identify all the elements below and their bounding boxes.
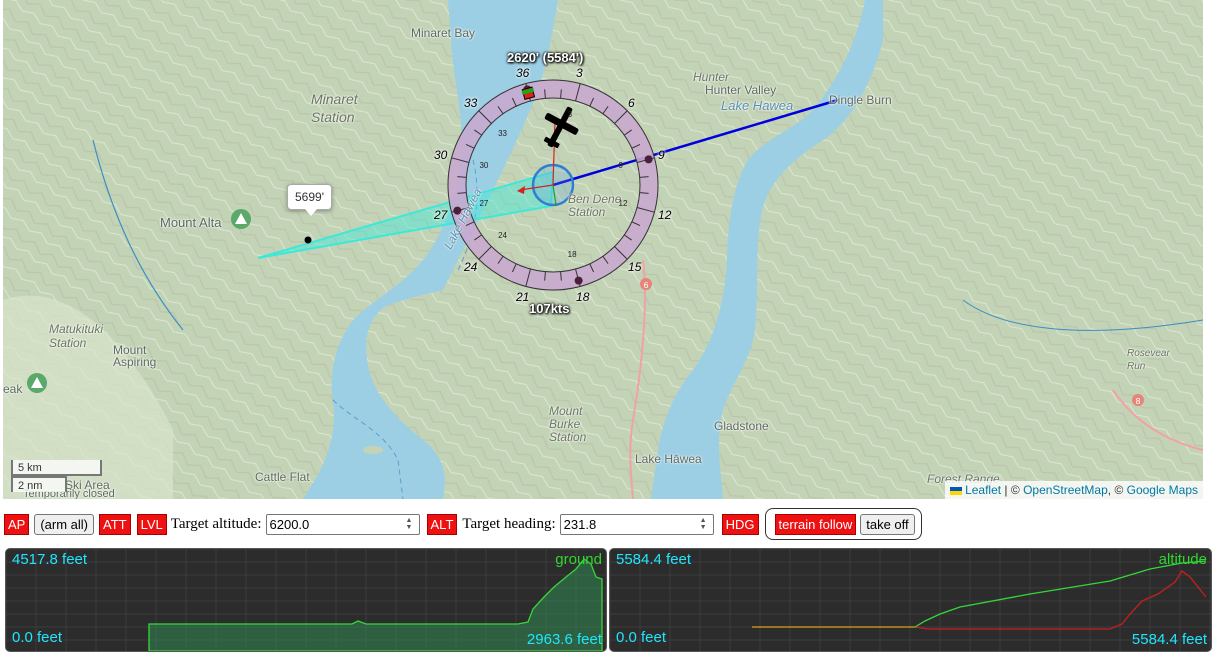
target-altitude-input[interactable]	[269, 515, 398, 533]
mountain-peak-icon	[27, 373, 47, 393]
lvl-toggle[interactable]: LVL	[136, 513, 167, 535]
arm-all-button[interactable]: (arm all)	[34, 513, 95, 535]
svg-text:8: 8	[1135, 397, 1140, 406]
alt-toggle[interactable]: ALT	[426, 513, 458, 535]
altitude-chart: 5584.4 feet 0.0 feet 5584.4 feet altitud…	[609, 548, 1212, 652]
mountain-peak-icon	[231, 209, 251, 229]
place-label: Gladstone	[714, 419, 769, 433]
ground-min-label: 0.0 feet	[12, 629, 63, 646]
terrain-point	[304, 236, 312, 244]
osm-link[interactable]: OpenStreetMap	[1023, 483, 1108, 497]
altitude-readout: 2620' (5584')	[507, 50, 584, 65]
speed-readout: 107kts	[529, 301, 570, 316]
ukraine-flag-icon	[950, 486, 963, 495]
ap-toggle[interactable]: AP	[4, 513, 30, 535]
compass-cardinal-marker	[574, 276, 583, 285]
place-label: Mount Alta	[160, 215, 222, 230]
place-label: Lake Hawea	[721, 98, 794, 113]
target-heading-input[interactable]	[563, 515, 692, 533]
ground-max-label: 4517.8 feet	[12, 551, 88, 568]
place-label: Rosevear Run	[1127, 348, 1170, 372]
map[interactable]: 6 8 Minaret Bay Minaret Station Hunter H…	[3, 0, 1203, 499]
altitude-series-label: altitude	[1158, 551, 1207, 568]
scale-nm: 2 nm	[11, 476, 67, 492]
ground-chart-plot	[6, 549, 606, 651]
ground-current-label: 2963.6 feet	[526, 631, 602, 648]
ground-series-label: ground	[555, 551, 602, 568]
place-label: Matukituki Station	[49, 322, 104, 350]
compass-inner-label: 9	[618, 161, 623, 171]
altitude-chart-plot	[610, 549, 1211, 651]
compass-outer-label: 30	[433, 147, 448, 162]
compass-outer-label: 3	[576, 65, 583, 80]
terrain-group: terrain follow take off	[764, 508, 922, 540]
compass-outer-label: 33	[463, 95, 478, 110]
place-label: Cattle Flat	[255, 470, 310, 484]
place-label: eak	[3, 382, 23, 396]
place-label: Dingle Burn	[829, 93, 892, 107]
scale-bar: 5 km 2 nm	[11, 460, 102, 492]
take-off-button[interactable]: take off	[860, 513, 915, 535]
target-heading-label: Target heading:	[462, 515, 556, 532]
hdg-toggle[interactable]: HDG	[721, 513, 759, 535]
altitude-min-label: 0.0 feet	[616, 629, 667, 646]
compass-outer-label: 24	[463, 260, 478, 275]
map-attribution: Leaflet | © OpenStreetMap, © Google Maps	[945, 481, 1203, 499]
compass-inner-label: 3	[567, 110, 573, 120]
place-label: Minaret Station	[311, 91, 358, 125]
target-altitude-field[interactable]: ▲▼	[265, 513, 420, 535]
altitude-current-label: 5584.4 feet	[1131, 631, 1207, 648]
place-label: Hunter	[693, 70, 730, 84]
elevation-tooltip: 5699'	[287, 184, 332, 216]
compass-outer-label: 18	[576, 290, 590, 305]
place-label: Hunter Valley	[705, 83, 777, 97]
compass-inner-label: 33	[498, 129, 507, 139]
place-label: Mount Burke Station	[549, 404, 587, 444]
leaflet-link[interactable]: Leaflet	[965, 483, 1001, 497]
attribution-sep: | ©	[1001, 483, 1024, 497]
compass-cardinal-marker	[644, 155, 653, 164]
terrain-follow-toggle[interactable]: terrain follow	[774, 513, 857, 535]
ground-chart: 4517.8 feet 0.0 feet 2963.6 feet ground	[5, 548, 607, 652]
target-altitude-label: Target altitude:	[170, 515, 262, 532]
svg-text:6: 6	[643, 281, 648, 290]
compass-outer-label: 36	[515, 65, 530, 80]
compass-inner-label: 24	[498, 230, 507, 240]
place-label: Mount Aspiring	[113, 343, 157, 369]
compass-outer-label: 21	[515, 290, 530, 305]
compass-outer-label: 27	[433, 208, 448, 223]
autopilot-controls: AP (arm all) ATT LVL Target altitude: ▲▼…	[4, 508, 922, 540]
place-label: Lake Hāwea	[635, 452, 702, 466]
spinner-arrows-icon[interactable]: ▲ ▼	[403, 516, 416, 532]
target-heading-field[interactable]: ▲▼	[559, 513, 714, 535]
compass-outer-label: 6	[628, 95, 635, 110]
scale-km: 5 km	[11, 460, 102, 476]
compass-inner-label: 12	[618, 198, 628, 208]
compass-outer-label: 9	[658, 147, 665, 162]
compass-outer-label: 12	[658, 208, 672, 223]
spinner-arrows-icon[interactable]: ▲ ▼	[697, 516, 710, 532]
place-label: Minaret Bay	[411, 26, 476, 40]
attribution-sep: , ©	[1107, 483, 1127, 497]
compass-outer-label: 15	[628, 260, 642, 275]
compass-inner-label: 27	[479, 198, 489, 208]
altitude-max-label: 5584.4 feet	[616, 551, 692, 568]
att-toggle[interactable]: ATT	[99, 513, 131, 535]
compass-inner-label: 30	[479, 161, 489, 171]
compass-inner-label: 18	[567, 249, 577, 259]
google-maps-link[interactable]: Google Maps	[1127, 483, 1198, 497]
